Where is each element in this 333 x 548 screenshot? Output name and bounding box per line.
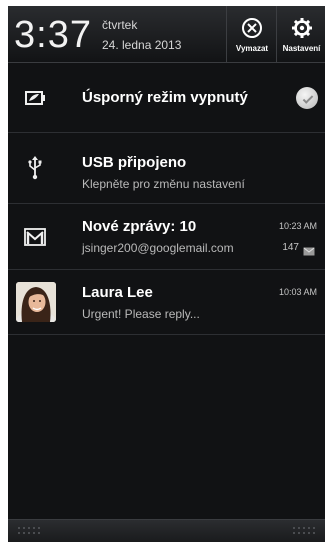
settings-button[interactable]: Nastavení xyxy=(276,6,325,62)
grip-icon xyxy=(18,527,40,534)
gear-icon xyxy=(277,16,325,40)
notification-message[interactable]: Laura Lee Urgent! Please reply... 10:03 … xyxy=(8,270,325,335)
notification-subtitle: jsinger200@googlemail.com xyxy=(82,241,234,255)
clock: 3:37 xyxy=(14,14,92,56)
notification-power-saver[interactable]: Úsporný režim vypnutý xyxy=(8,63,325,133)
status-header: 3:37 čtvrtek 24. ledna 2013 Vymazat Nast… xyxy=(8,6,325,63)
battery-saver-icon xyxy=(8,63,62,132)
clear-label: Vymazat xyxy=(235,44,269,53)
notification-time: 10:23 AM xyxy=(278,221,317,231)
weekday: čtvrtek xyxy=(102,18,138,32)
settings-label: Nastavení xyxy=(282,44,321,53)
clear-button[interactable]: Vymazat xyxy=(226,6,277,62)
gmail-icon xyxy=(8,204,62,269)
notification-gmail[interactable]: Nové zprávy: 10 jsinger200@googlemail.co… xyxy=(8,204,325,270)
notification-usb[interactable]: USB připojeno Klepněte pro změnu nastave… xyxy=(8,133,325,204)
usb-icon xyxy=(8,133,62,203)
notification-time: 10:03 AM xyxy=(278,287,317,297)
panel-handle[interactable] xyxy=(8,519,325,542)
notification-title: Nové zprávy: 10 xyxy=(82,218,197,235)
notification-title: Úsporný režim vypnutý xyxy=(82,89,248,106)
power-saver-toggle[interactable] xyxy=(296,87,318,109)
avatar xyxy=(16,282,56,322)
mail-icon xyxy=(303,243,315,261)
grip-icon xyxy=(293,527,315,534)
notification-panel: 3:37 čtvrtek 24. ledna 2013 Vymazat Nast… xyxy=(8,6,325,542)
notification-subtitle: Klepněte pro změnu nastavení xyxy=(82,177,245,191)
notification-title: Laura Lee xyxy=(82,284,153,301)
notification-subtitle: Urgent! Please reply... xyxy=(82,307,200,321)
notification-title: USB připojeno xyxy=(82,154,187,171)
message-count: 147 xyxy=(282,242,299,253)
clear-icon xyxy=(227,16,277,40)
date: 24. ledna 2013 xyxy=(102,38,182,52)
